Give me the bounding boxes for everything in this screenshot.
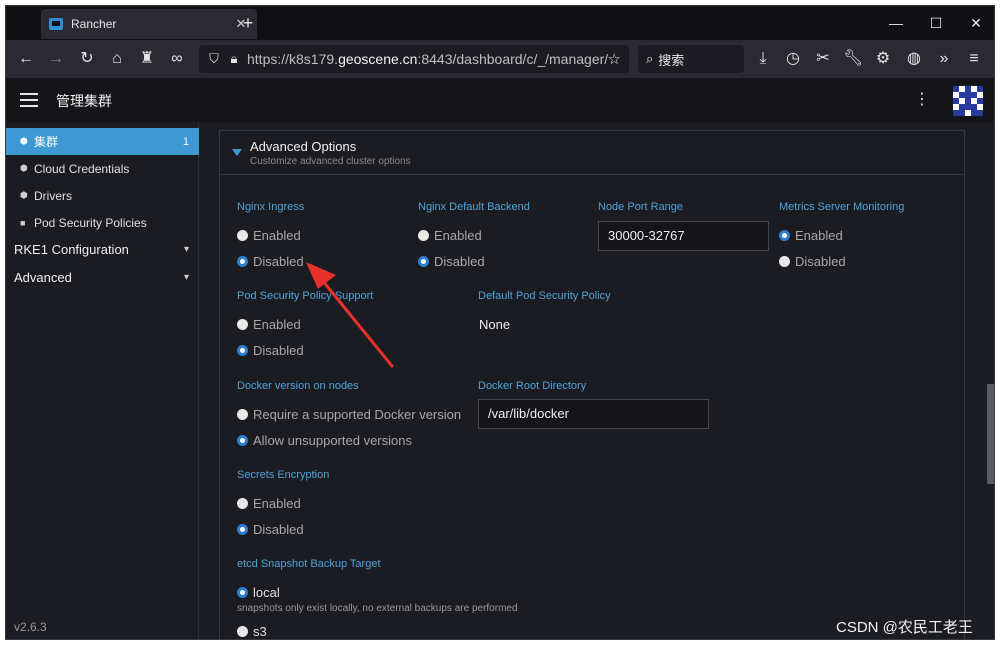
lock-icon[interactable]: 🔒︎ <box>227 51 241 67</box>
search-icon: ⌕ <box>646 51 654 66</box>
version-label: v2.6.3 <box>14 620 47 634</box>
close-window-button[interactable]: ✕ <box>961 13 991 33</box>
docker-root-label: Docker Root Directory <box>478 380 587 392</box>
shield-icon[interactable]: ⛉ <box>207 51 221 67</box>
tab-title: Rancher <box>71 17 117 31</box>
etcd-backup-label: etcd Snapshot Backup Target <box>237 558 381 570</box>
credentials-icon: ⬢ <box>20 163 28 173</box>
node-port-range-label: Node Port Range <box>598 201 683 213</box>
extension-icon[interactable]: ♜ <box>137 49 157 69</box>
nginx-ingress-disabled-radio[interactable]: Disabled <box>237 253 304 269</box>
rancher-favicon-icon <box>49 18 63 30</box>
drivers-icon: ⬢ <box>20 190 28 200</box>
docker-version-label: Docker version on nodes <box>237 380 359 392</box>
metrics-server-label: Metrics Server Monitoring <box>779 201 905 213</box>
overflow-chevron-icon[interactable]: » <box>934 49 954 69</box>
chevron-down-icon: ▾ <box>183 271 189 283</box>
secrets-enabled-radio[interactable]: Enabled <box>237 495 301 511</box>
tab-strip: Rancher ✕ + — ☐ ✕ <box>6 6 994 40</box>
nginx-backend-disabled-radio[interactable]: Disabled <box>418 253 485 269</box>
sidebar-item-label: Cloud Credentials <box>34 161 130 176</box>
nginx-backend-enabled-radio[interactable]: Enabled <box>418 227 482 243</box>
new-tab-button[interactable]: + <box>237 12 259 34</box>
cluster-count-badge: 1 <box>182 135 189 148</box>
page-title: 管理集群 <box>56 93 112 109</box>
metrics-disabled-radio[interactable]: Disabled <box>779 253 846 269</box>
scrollbar[interactable] <box>986 122 994 639</box>
docker-root-input[interactable]: /var/lib/docker <box>478 399 709 429</box>
docker-allow-unsupported-radio[interactable]: Allow unsupported versions <box>237 432 412 448</box>
home-icon[interactable]: ⌂ <box>107 49 127 69</box>
section-subtitle: Customize advanced cluster options <box>250 156 411 167</box>
address-bar[interactable]: ⛉ 🔒︎ https://k8s179.geoscene.cn:8443/das… <box>199 45 629 73</box>
nginx-backend-label: Nginx Default Backend <box>418 201 530 213</box>
avatar[interactable] <box>953 86 983 116</box>
sidebar-item-label: 集群 <box>34 135 59 149</box>
section-title: Advanced Options <box>250 139 357 154</box>
chevron-down-icon: ▾ <box>183 243 189 255</box>
sidebar-item-clusters[interactable]: ⬢ 集群 1 <box>6 128 199 155</box>
metrics-enabled-radio[interactable]: Enabled <box>779 227 843 243</box>
scroll-thumb[interactable] <box>987 384 994 484</box>
etcd-local-hint: snapshots only exist locally, no externa… <box>237 603 518 614</box>
private-mask-icon[interactable]: ∞ <box>167 49 187 69</box>
sidebar-item-cloud-credentials[interactable]: ⬢ Cloud Credentials <box>6 155 199 182</box>
maximize-button[interactable]: ☐ <box>921 13 951 33</box>
forward-arrow-icon[interactable]: → <box>46 49 66 69</box>
nginx-ingress-label: Nginx Ingress <box>237 201 305 213</box>
minimize-button[interactable]: — <box>881 13 911 33</box>
nginx-ingress-enabled-radio[interactable]: Enabled <box>237 227 301 243</box>
sidebar-group-label: Advanced <box>14 269 72 285</box>
psp-disabled-radio[interactable]: Disabled <box>237 342 304 358</box>
url-text[interactable]: https://k8s179.geoscene.cn:8443/dashboar… <box>247 51 608 67</box>
etcd-s3-radio[interactable]: s3 <box>237 623 267 639</box>
search-bar[interactable]: ⌕ 搜索 <box>638 45 744 73</box>
account-globe-icon[interactable]: ◍ <box>904 49 924 69</box>
reload-icon[interactable]: ↻ <box>77 49 97 69</box>
wrench-icon[interactable]: 🔧︎ <box>843 49 863 69</box>
browser-tab[interactable]: Rancher ✕ <box>41 9 257 39</box>
folder-icon: ■ <box>20 217 26 228</box>
secrets-disabled-radio[interactable]: Disabled <box>237 521 304 537</box>
sidebar: ⬢ 集群 1 ⬢ Cloud Credentials ⬢ Drivers ■ P… <box>6 122 199 639</box>
cluster-icon: ⬢ <box>20 136 28 146</box>
advanced-options-header[interactable]: Advanced Options Customize advanced clus… <box>220 131 964 175</box>
hamburger-icon[interactable] <box>20 92 38 108</box>
bookmark-star-icon[interactable]: ☆ <box>608 50 621 68</box>
sidebar-group-rke1-configuration[interactable]: RKE1 Configuration ▾ <box>6 235 199 263</box>
browser-window: Rancher ✕ + — ☐ ✕ ← → ↻ ⌂ ♜ ∞ ⛉ 🔒︎ https… <box>5 5 995 640</box>
sidebar-item-label: Pod Security Policies <box>34 215 147 230</box>
advanced-options-panel: Advanced Options Customize advanced clus… <box>219 130 965 639</box>
sidebar-item-label: Drivers <box>34 188 72 203</box>
secrets-encryption-label: Secrets Encryption <box>237 469 330 481</box>
app-header: 管理集群 ⋮ <box>6 78 994 122</box>
default-psp-label: Default Pod Security Policy <box>478 290 611 302</box>
main-content: Advanced Options Customize advanced clus… <box>199 122 994 639</box>
more-options-icon[interactable]: ⋮ <box>914 91 930 109</box>
download-icon[interactable]: ⤓ <box>753 49 773 69</box>
history-clock-icon[interactable]: ◷ <box>783 49 803 69</box>
csdn-watermark: CSDN @农民工老王 <box>836 619 973 636</box>
collapse-triangle-icon[interactable] <box>232 149 242 156</box>
psp-enabled-radio[interactable]: Enabled <box>237 316 301 332</box>
psp-support-label: Pod Security Policy Support <box>237 290 374 302</box>
nav-bar: ← → ↻ ⌂ ♜ ∞ ⛉ 🔒︎ https://k8s179.geoscene… <box>6 40 994 78</box>
settings-gear-icon[interactable]: ⚙ <box>873 49 893 69</box>
sidebar-group-advanced[interactable]: Advanced ▾ <box>6 263 199 291</box>
sidebar-group-label: RKE1 Configuration <box>14 241 129 257</box>
docker-require-supported-radio[interactable]: Require a supported Docker version <box>237 406 461 422</box>
default-psp-value: None <box>479 317 511 332</box>
screenshot-icon[interactable]: ✂ <box>813 49 833 69</box>
node-port-range-input[interactable]: 30000-32767 <box>598 221 769 251</box>
etcd-local-radio[interactable]: local <box>237 584 280 600</box>
sidebar-item-pod-security-policies[interactable]: ■ Pod Security Policies <box>6 209 199 236</box>
menu-icon[interactable]: ≡ <box>964 49 984 69</box>
search-placeholder: 搜索 <box>658 52 685 68</box>
back-arrow-icon[interactable]: ← <box>16 49 36 69</box>
sidebar-item-drivers[interactable]: ⬢ Drivers <box>6 182 199 209</box>
